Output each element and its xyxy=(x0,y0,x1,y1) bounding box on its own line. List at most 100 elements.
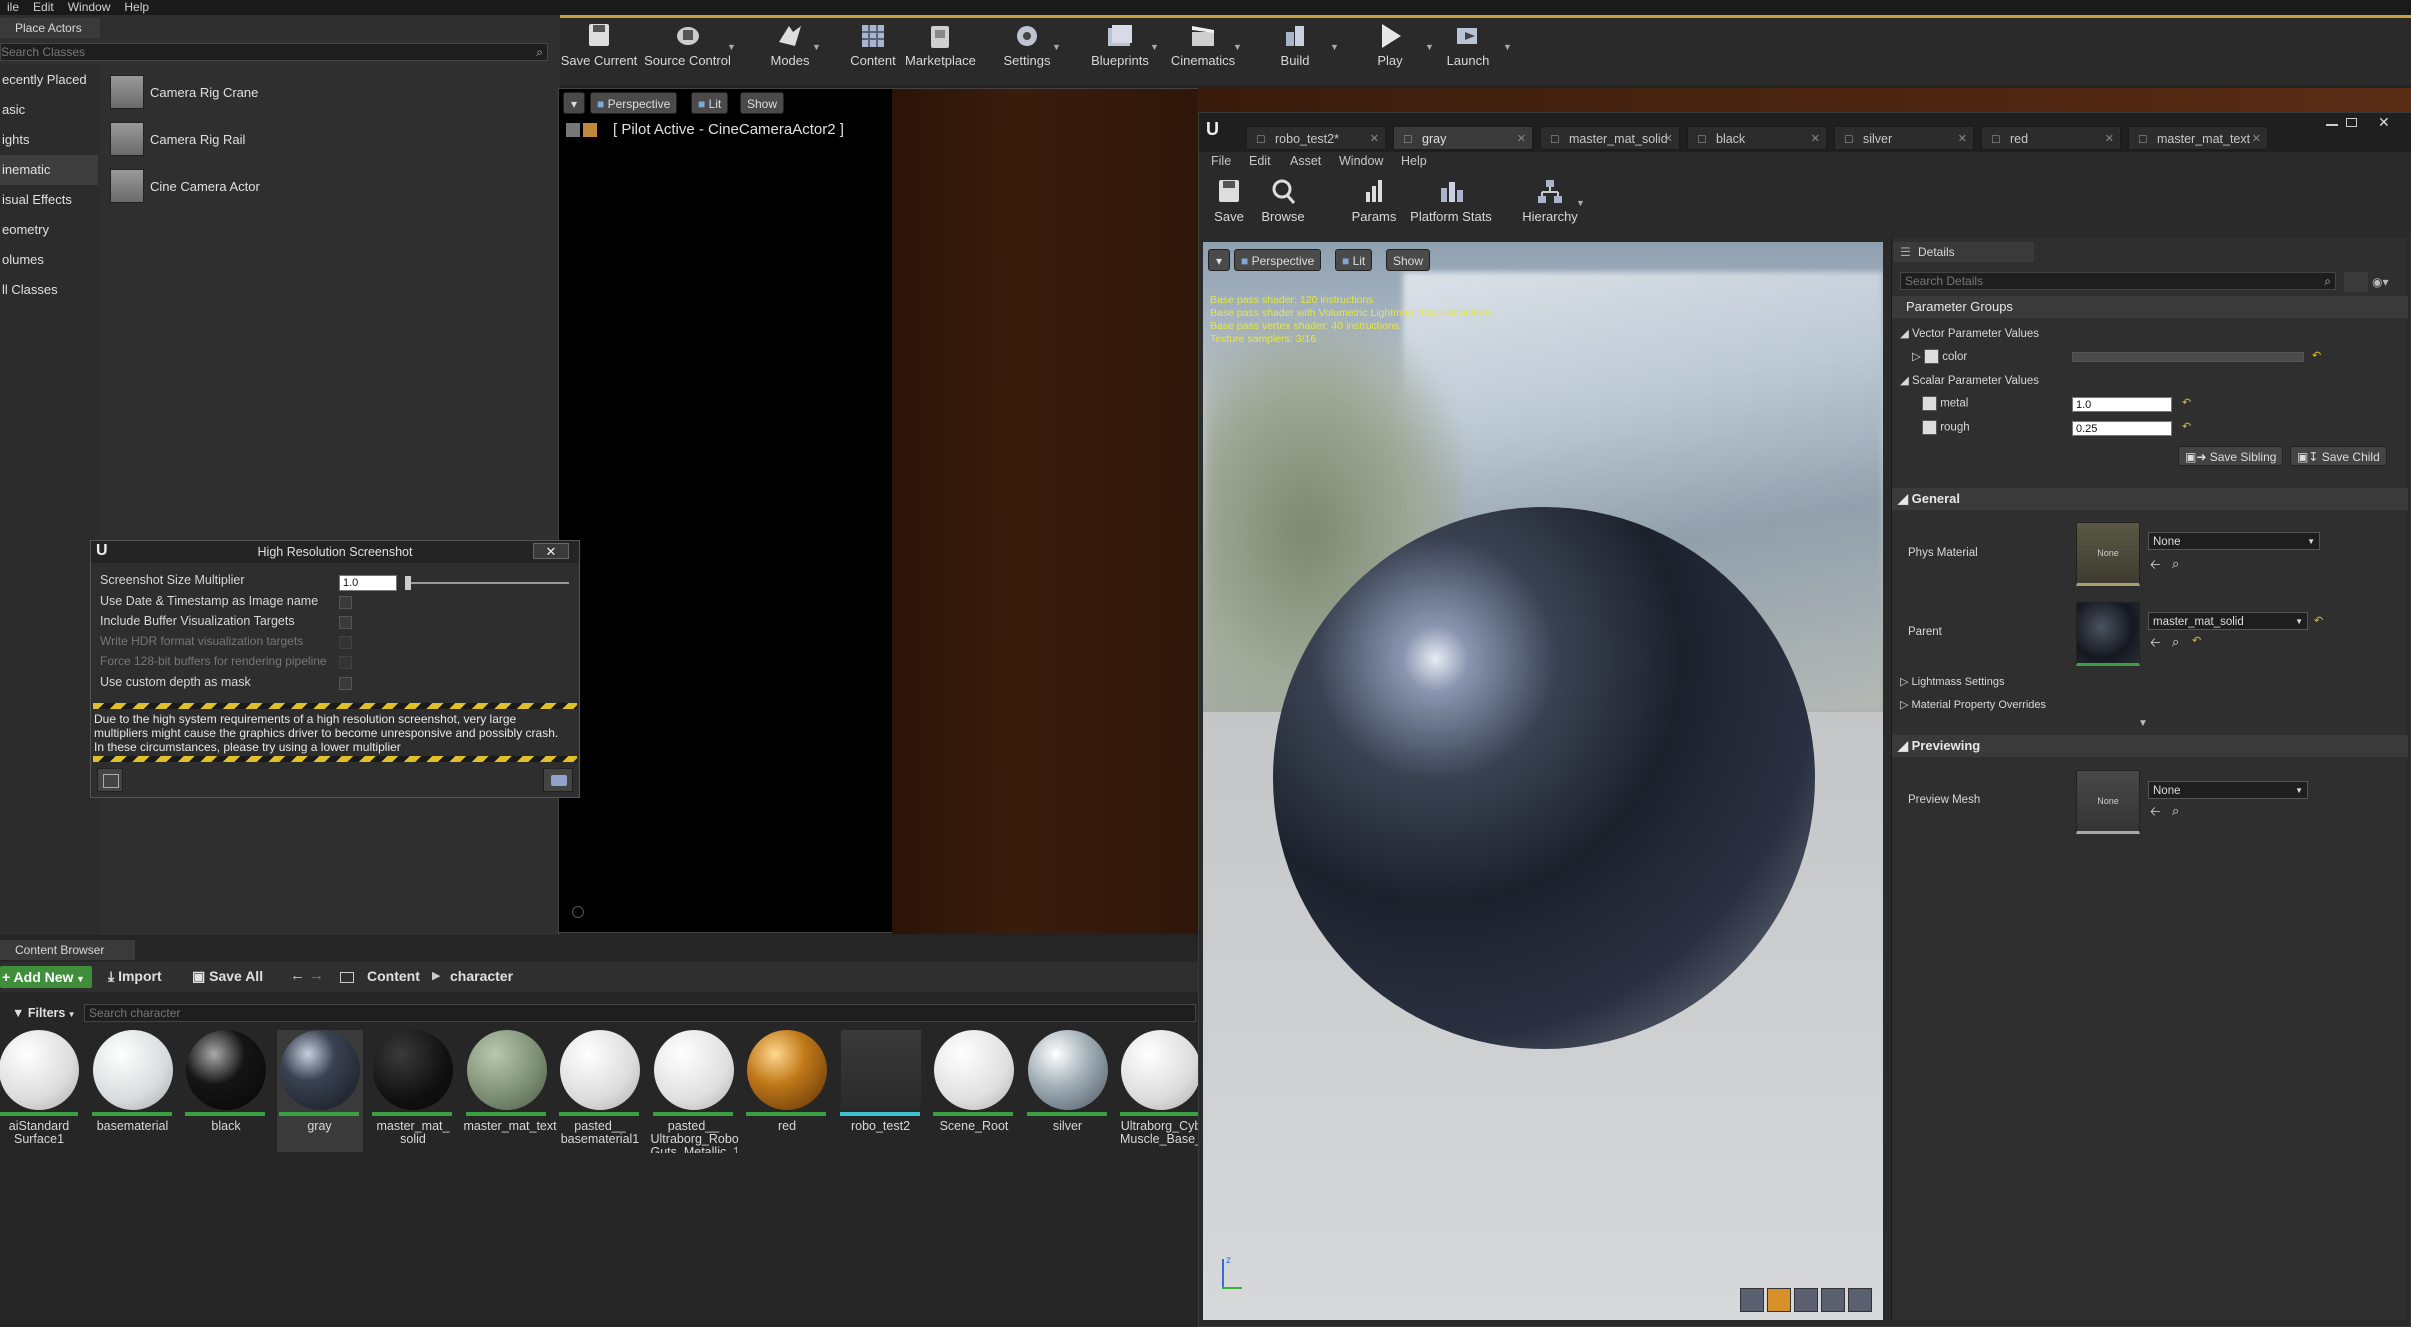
build-dropdown[interactable]: ▼ xyxy=(1330,42,1339,52)
window-close-icon[interactable]: ✕ xyxy=(2378,114,2390,131)
parent-use-selected-icon[interactable]: 🡠 xyxy=(2150,634,2161,656)
asset-tile-master-mat-text[interactable]: master_mat_text xyxy=(464,1030,557,1152)
actor-item-camera-rig-rail[interactable]: Camera Rig Rail xyxy=(106,120,546,160)
asset-tile-robo-test2[interactable]: robo_test2 xyxy=(838,1030,924,1152)
preview-show-button[interactable]: Show xyxy=(1386,249,1431,271)
parent-reset-small-icon[interactable]: ↶ xyxy=(2192,634,2201,647)
preview-plane-icon[interactable] xyxy=(1794,1288,1818,1312)
place-actors-tab[interactable]: Place Actors xyxy=(0,18,100,38)
preview-sphere-icon[interactable] xyxy=(1767,1288,1791,1312)
close-tab-icon[interactable]: ✕ xyxy=(1517,127,1526,151)
lightmass-settings-row[interactable]: ▷ Lightmass Settings xyxy=(1900,675,2004,688)
parameter-groups-header[interactable]: Parameter Groups xyxy=(1892,296,2408,318)
asset-tile-red[interactable]: red xyxy=(744,1030,830,1152)
slider-handle[interactable] xyxy=(405,576,411,590)
asset-tile-silver[interactable]: silver xyxy=(1025,1030,1111,1152)
reset-parent-icon[interactable]: ↶ xyxy=(2314,614,2323,627)
viewport-options-button[interactable]: ▾ xyxy=(563,92,585,114)
add-new-button[interactable]: + Add New ▼ xyxy=(0,966,92,988)
mat-menu-asset[interactable]: Asset xyxy=(1290,154,1321,168)
save-sibling-button[interactable]: ▣➜ Save Sibling xyxy=(2178,446,2284,466)
mat-save-button[interactable]: Save xyxy=(1206,178,1252,230)
preview-cylinder-icon[interactable] xyxy=(1740,1288,1764,1312)
play-dropdown[interactable]: ▼ xyxy=(1425,42,1434,52)
previewing-header[interactable]: ◢ Previewing xyxy=(1892,735,2408,757)
preview-mesh-thumbnail[interactable]: None xyxy=(2076,770,2140,834)
actor-item-camera-rig-crane[interactable]: Camera Rig Crane xyxy=(106,73,546,113)
asset-tile-aistandard-surface1[interactable]: aiStandard Surface1 xyxy=(0,1030,82,1152)
close-tab-icon[interactable]: ✕ xyxy=(2252,127,2261,151)
category-lights[interactable]: ights xyxy=(0,125,98,155)
asset-tile-black[interactable]: black xyxy=(183,1030,269,1152)
mat-menu-help[interactable]: Help xyxy=(1401,154,1427,168)
buffer-vis-checkbox[interactable] xyxy=(339,616,352,629)
filters-button[interactable]: ▼ Filters ▼ xyxy=(12,1006,76,1020)
menu-file[interactable]: ile xyxy=(0,0,26,15)
tab-gray[interactable]: □ gray ✕ xyxy=(1393,126,1533,150)
close-tab-icon[interactable]: ✕ xyxy=(1664,127,1673,151)
cinematics-button[interactable]: Cinematics xyxy=(1163,22,1243,74)
mat-menu-window[interactable]: Window xyxy=(1339,154,1383,168)
modes-dropdown[interactable]: ▼ xyxy=(812,42,821,52)
rough-checkbox[interactable] xyxy=(1922,420,1937,435)
category-all-classes[interactable]: ll Classes xyxy=(0,275,98,305)
close-tab-icon[interactable]: ✕ xyxy=(1811,127,1820,151)
tab-robo-test2[interactable]: □ robo_test2* ✕ xyxy=(1246,126,1386,150)
depth-mask-checkbox[interactable] xyxy=(339,677,352,690)
multiplier-slider[interactable] xyxy=(405,576,569,590)
params-button[interactable]: Params xyxy=(1349,178,1399,230)
hierarchy-button[interactable]: Hierarchy xyxy=(1518,178,1582,230)
lit-button[interactable]: ■ Lit xyxy=(691,92,729,114)
128bit-checkbox[interactable] xyxy=(339,656,352,669)
blueprints-button[interactable]: Blueprints xyxy=(1080,22,1160,74)
tab-red[interactable]: □ red ✕ xyxy=(1981,126,2121,150)
rough-value-input[interactable]: 0.25 xyxy=(2072,421,2172,436)
preview-use-selected-icon[interactable]: 🡠 xyxy=(2150,803,2161,825)
parent-browse-icon[interactable]: ⌕ xyxy=(2172,634,2179,650)
menu-window[interactable]: Window xyxy=(61,0,118,15)
vector-parameter-values[interactable]: ◢ Vector Parameter Values xyxy=(1900,326,2039,340)
asset-tile-pasted-ultraborg[interactable]: pasted__ Ultraborg_Robo Guts_Metallic_1 xyxy=(651,1030,739,1153)
launch-dropdown[interactable]: ▼ xyxy=(1503,42,1512,52)
asset-tile-ultraborg-muscle[interactable]: Ultraborg_Cyb Muscle_Base_ xyxy=(1118,1030,1204,1152)
build-button[interactable]: Build xyxy=(1262,22,1328,74)
window-maximize-icon[interactable] xyxy=(2346,118,2357,127)
category-visual-effects[interactable]: isual Effects xyxy=(0,185,98,215)
category-cinematic[interactable]: inematic xyxy=(0,155,98,185)
content-browser-tab[interactable]: Content Browser xyxy=(0,940,135,960)
mat-menu-edit[interactable]: Edit xyxy=(1249,154,1271,168)
forward-arrow-icon[interactable]: → xyxy=(309,967,324,984)
metal-checkbox[interactable] xyxy=(1922,396,1937,411)
preview-options-button[interactable]: ▾ xyxy=(1208,249,1230,271)
reset-metal-icon[interactable]: ↶ xyxy=(2182,396,2191,409)
category-recently-placed[interactable]: ecently Placed xyxy=(0,65,98,95)
preview-cube-icon[interactable] xyxy=(1821,1288,1845,1312)
hdr-checkbox[interactable] xyxy=(339,636,352,649)
advanced-expand-icon[interactable]: ▼ xyxy=(2138,718,2148,729)
launch-button[interactable]: Launch xyxy=(1433,22,1503,74)
perspective-button[interactable]: ■ Perspective xyxy=(590,92,678,114)
browse-magnifier-icon[interactable]: ⌕ xyxy=(2172,556,2179,572)
window-minimize-icon[interactable] xyxy=(2326,124,2338,126)
asset-tile-basematerial[interactable]: basematerial xyxy=(90,1030,176,1152)
preview-mesh-combo[interactable]: None ▼ xyxy=(2148,781,2308,799)
preview-lit-button[interactable]: ■ Lit xyxy=(1335,249,1373,271)
tab-master-mat-solid[interactable]: □ master_mat_solid ✕ xyxy=(1540,126,1680,150)
back-arrow-icon[interactable]: ← xyxy=(290,967,305,984)
search-classes-input[interactable]: Search Classes ⌕ xyxy=(0,43,548,61)
asset-tile-pasted-basematerial1[interactable]: pasted__ basematerial1 xyxy=(557,1030,643,1152)
general-header[interactable]: ◢ General xyxy=(1892,488,2408,510)
menu-help[interactable]: Help xyxy=(117,0,156,15)
use-selected-arrow-icon[interactable]: 🡠 xyxy=(2150,556,2161,578)
pilot-eject-icon[interactable] xyxy=(566,123,580,137)
parent-thumbnail[interactable] xyxy=(2076,602,2140,666)
close-tab-icon[interactable]: ✕ xyxy=(1370,127,1379,151)
play-button[interactable]: Play xyxy=(1355,22,1425,74)
details-tab[interactable]: ☰ Details xyxy=(1894,242,2034,262)
phys-material-thumbnail[interactable]: None xyxy=(2076,522,2140,586)
cinematics-dropdown[interactable]: ▼ xyxy=(1233,42,1242,52)
actor-item-cine-camera-actor[interactable]: Cine Camera Actor xyxy=(106,167,546,207)
path-character[interactable]: character xyxy=(450,968,513,984)
eye-icon[interactable]: ◉▾ xyxy=(2372,275,2394,289)
collapsed-arrow-icon[interactable]: ▷ xyxy=(1912,351,1924,363)
